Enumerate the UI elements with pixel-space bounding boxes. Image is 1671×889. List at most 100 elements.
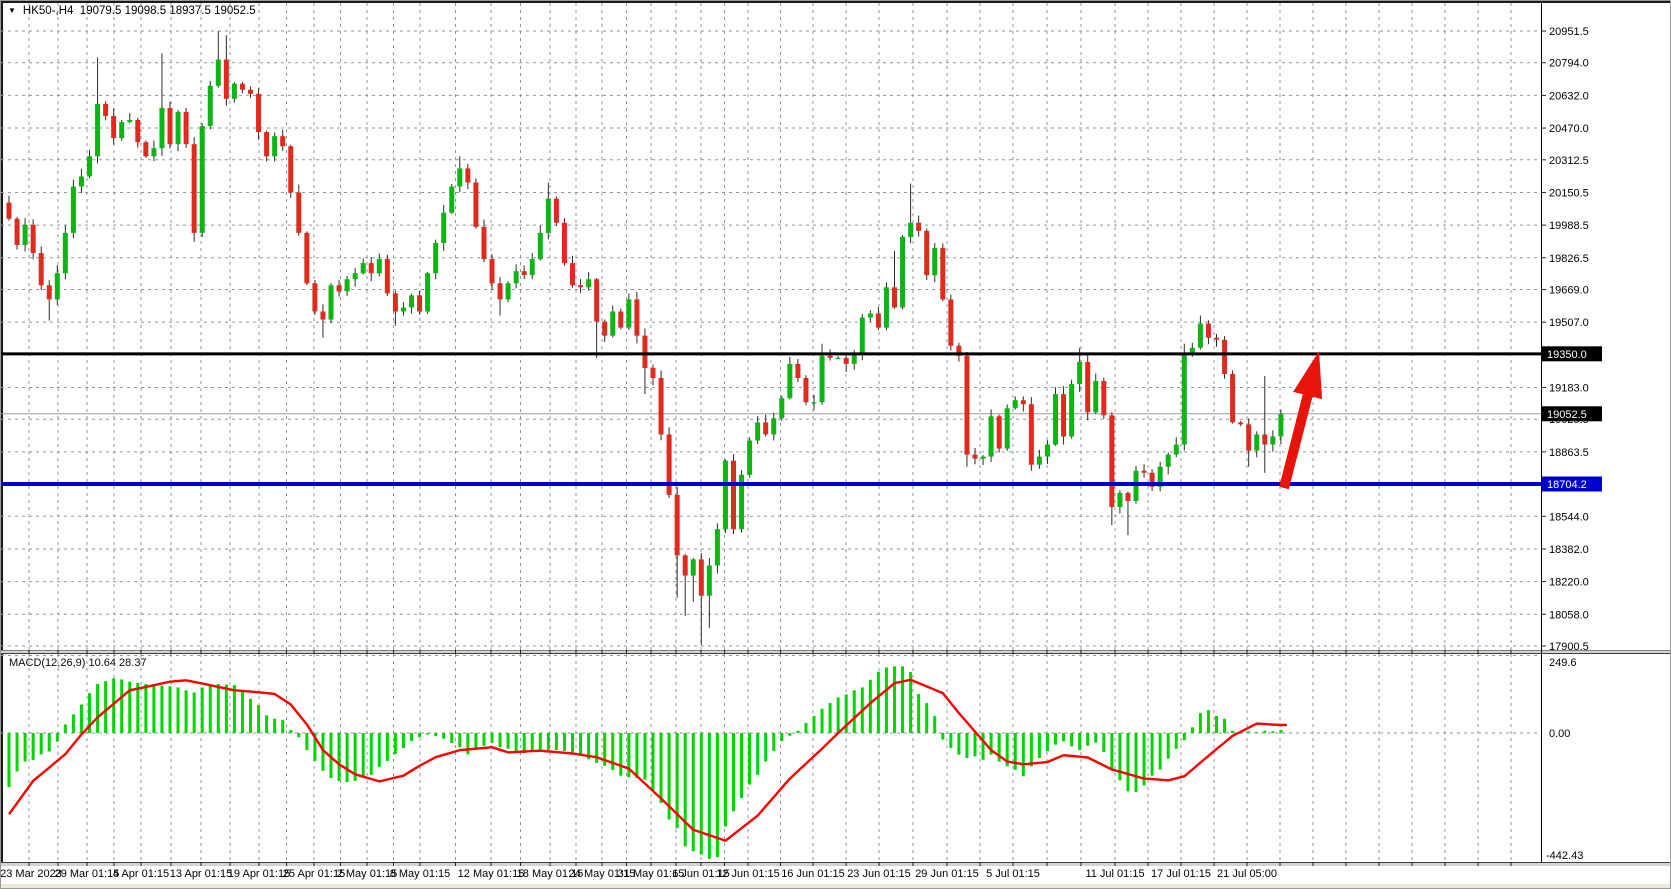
candle <box>1021 400 1026 404</box>
price-tick-label: 20794.0 <box>1549 58 1589 70</box>
candle <box>1206 324 1211 338</box>
candle <box>208 86 213 126</box>
candle <box>151 148 156 156</box>
candle <box>610 311 615 335</box>
date-tick-label: 29 Jun 01:15 <box>915 868 979 880</box>
date-tick-label: 23 Jun 01:15 <box>847 868 911 880</box>
candle <box>1053 394 1058 444</box>
candle <box>586 279 591 287</box>
candle <box>288 146 293 192</box>
candle <box>981 457 986 459</box>
price-tick-label: 19183.0 <box>1549 382 1589 394</box>
candle <box>481 227 486 259</box>
candle <box>715 529 720 565</box>
bid-price-badge-label: 19052.5 <box>1547 409 1587 421</box>
candle <box>1214 338 1219 340</box>
candle <box>1166 455 1171 467</box>
candle <box>908 223 913 237</box>
candle <box>264 132 269 156</box>
candle <box>1077 362 1082 384</box>
candle <box>47 285 52 299</box>
candle <box>433 243 438 273</box>
candle <box>385 259 390 293</box>
candle <box>465 168 470 182</box>
candle <box>1125 493 1130 501</box>
candle <box>216 60 221 86</box>
candle <box>1230 374 1235 422</box>
candle <box>441 213 446 243</box>
candle <box>393 293 398 311</box>
price-tick-label: 18382.0 <box>1549 544 1589 556</box>
candle <box>1101 381 1106 415</box>
candle <box>795 364 800 378</box>
mt4-chart-window: 20951.520794.020632.020470.020312.520150… <box>0 0 1671 889</box>
price-tick-label: 20312.5 <box>1549 155 1589 167</box>
candle <box>506 283 511 299</box>
candle <box>538 233 543 259</box>
candle <box>618 311 623 327</box>
candle <box>79 176 84 186</box>
price-tick-label: 17900.5 <box>1549 641 1589 653</box>
time-axis[interactable]: 23 Mar 202329 Mar 01:154 Apr 01:1513 Apr… <box>1 868 1277 880</box>
candle <box>23 225 28 245</box>
candle <box>812 402 817 403</box>
candle <box>95 104 100 156</box>
candle <box>473 182 478 226</box>
candle <box>997 416 1002 448</box>
candle <box>779 398 784 418</box>
price-tick-label: 20470.0 <box>1549 123 1589 135</box>
candle <box>755 422 760 440</box>
candle <box>200 126 205 233</box>
candle <box>948 299 953 345</box>
chart-title-text: HK50-,H4 19079.5 19098.5 18937.5 19052.5 <box>23 5 256 17</box>
candle <box>836 358 841 359</box>
macd-min-label: -442.43 <box>1546 850 1583 862</box>
candle <box>683 555 688 575</box>
candle <box>578 285 583 287</box>
candle <box>940 248 945 299</box>
candle <box>31 225 36 253</box>
candle <box>892 287 897 307</box>
candle <box>1045 445 1050 457</box>
candle <box>1174 445 1179 455</box>
price-tick-label: 19507.0 <box>1549 317 1589 329</box>
candle <box>1278 414 1283 437</box>
candle <box>691 559 696 575</box>
candle <box>514 271 519 283</box>
symbol-dropdown-icon[interactable]: ▼ <box>8 7 16 15</box>
price-tick-label: 18058.0 <box>1549 609 1589 621</box>
candle <box>1222 340 1227 374</box>
date-tick-label: 13 Apr 01:15 <box>170 868 232 880</box>
price-tick-label: 18544.0 <box>1549 511 1589 523</box>
candle <box>1029 404 1034 464</box>
candle <box>184 112 189 144</box>
candle <box>345 279 350 291</box>
date-tick-label: 8 May 01:15 <box>390 868 451 880</box>
candle <box>1198 324 1203 348</box>
candle <box>787 364 792 398</box>
candle <box>659 378 664 434</box>
date-tick-label: 16 Jun 01:15 <box>781 868 845 880</box>
candle <box>1013 400 1018 408</box>
support-price-badge-label: 18704.2 <box>1547 479 1587 491</box>
candle <box>87 156 92 176</box>
date-tick-label: 23 Mar 2023 <box>1 868 62 880</box>
macd-indicator-label: MACD(12,26,9) 10.64 28.37 <box>9 657 147 669</box>
candle <box>868 314 873 318</box>
candle <box>425 273 430 311</box>
candle <box>675 495 680 555</box>
candle <box>248 90 253 94</box>
candle <box>1093 381 1098 412</box>
candle <box>932 248 937 275</box>
candle <box>642 336 647 368</box>
candle <box>884 287 889 327</box>
candle <box>1005 408 1010 448</box>
chart-canvas[interactable]: 20951.520794.020632.020470.020312.520150… <box>1 1 1671 889</box>
candle <box>916 223 921 231</box>
candle <box>337 285 342 291</box>
candle <box>594 279 599 321</box>
price-tick-label: 18863.5 <box>1549 447 1589 459</box>
candle <box>15 219 20 245</box>
candle <box>989 416 994 456</box>
candle <box>522 271 527 275</box>
